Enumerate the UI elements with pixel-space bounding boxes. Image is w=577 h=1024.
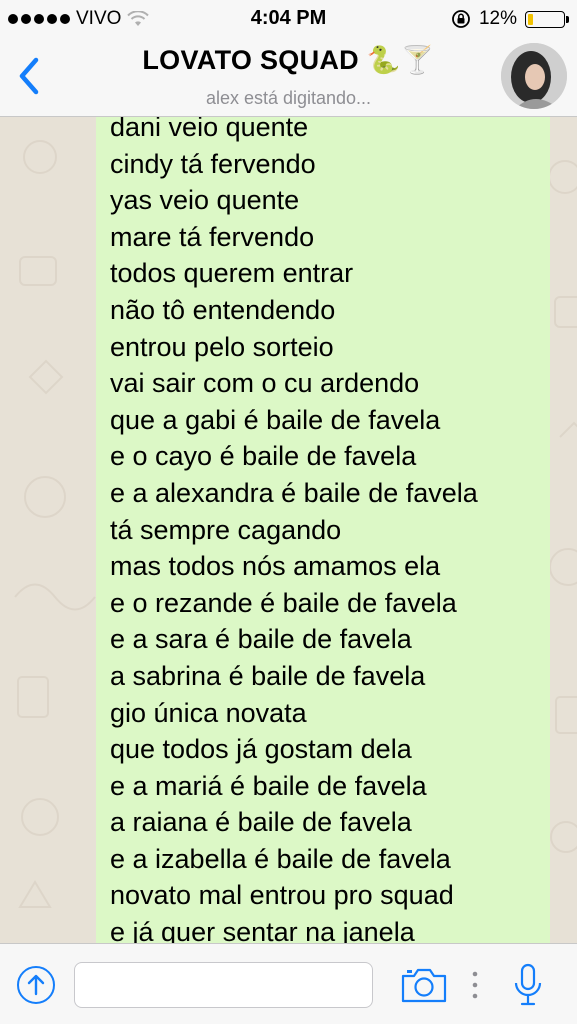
chat-title[interactable]: LOVATO SQUAD 🐍🍸 [0,44,577,76]
message-bubble[interactable]: dani veio quente cindy tá fervendo yas v… [96,117,550,943]
avatar[interactable] [501,43,567,109]
message-line: e a sara é baile de favela [110,624,412,655]
battery-level-fill [528,13,533,25]
avatar-photo [501,43,567,109]
chat-header: LOVATO SQUAD 🐍🍸 alex está digitando... [0,38,577,117]
message-line: entrou pelo sorteio [110,331,334,362]
message-line: e a mariá é baile de favela [110,770,427,801]
message-line: vai sair com o cu ardendo [110,368,420,399]
message-line: e a alexandra é baile de favela [110,477,478,508]
typing-status: alex está digitando... [205,88,372,108]
battery-icon [525,10,569,28]
whatsapp-chat-screen: VIVO 4:04 PM 12% LOVATO SQUAD 🐍🍸 alex es… [0,0,577,1024]
message-line: que a gabi é baile de favela [110,404,441,435]
message-line: e o rezande é baile de favela [110,587,457,618]
upload-icon[interactable] [16,965,56,1005]
message-line: tá sempre cagando [110,514,342,545]
chat-area[interactable]: dani veio quente cindy tá fervendo yas v… [0,117,577,943]
message-line: e já quer sentar na janela [110,917,415,943]
status-right: 12% [451,8,569,30]
message-line: yas veio quente [110,185,300,216]
message-line: e o cayo é baile de favela [110,441,417,472]
microphone-icon[interactable] [512,962,544,1008]
message-line: novato mal entrou pro squad [110,880,454,911]
message-line: mare tá fervendo [110,221,315,252]
message-line: dani veio quente [110,117,309,142]
orientation-lock-icon [452,10,470,28]
message-input-bar [0,943,577,1024]
message-line: a sabrina é baile de favela [110,660,426,691]
message-input[interactable] [74,962,373,1008]
message-line: a raiana é baile de favela [110,807,412,838]
message-line: mas todos nós amamos ela [110,551,441,582]
more-icon[interactable] [471,969,479,1001]
message-line: cindy tá fervendo [110,148,316,179]
camera-icon[interactable] [400,966,448,1004]
battery-percent: 12% [478,8,517,29]
message-line: não tô entendendo [110,294,336,325]
message-line: que todos já gostam dela [110,734,412,765]
message-line: e a izabella é baile de favela [110,843,451,874]
status-bar: VIVO 4:04 PM 12% [0,0,577,38]
message-line: gio única novata [110,697,307,728]
message-line: todos querem entrar [110,258,354,289]
